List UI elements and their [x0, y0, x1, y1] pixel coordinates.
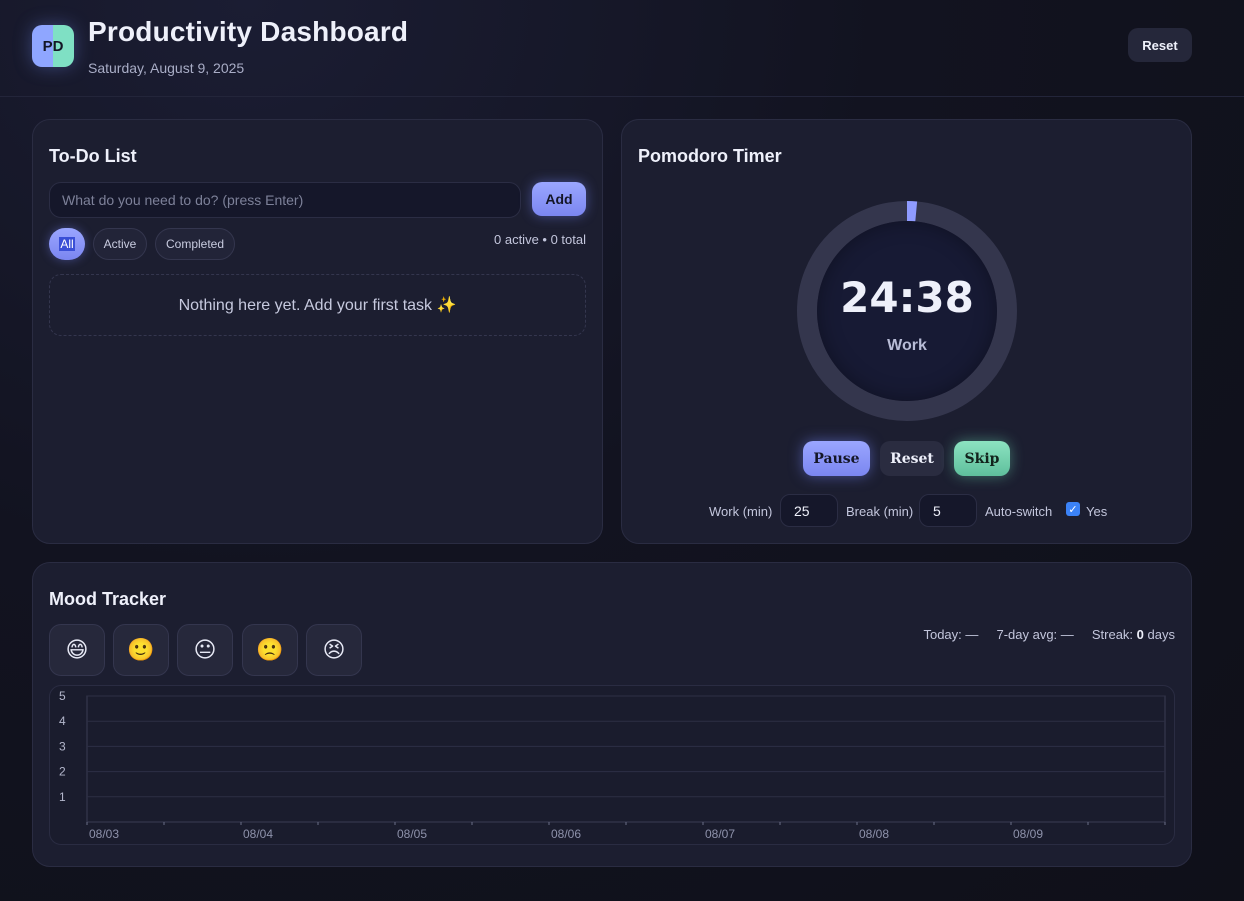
todo-card: To-Do List Add All Active Completed 0 ac…: [32, 119, 603, 544]
todo-title: To-Do List: [49, 146, 137, 166]
y-tick-label: 3: [59, 739, 66, 753]
streak-unit: days: [1147, 627, 1175, 642]
plot-frame: [86, 695, 1166, 823]
current-date: Saturday, August 9, 2025: [88, 60, 245, 76]
streak-value: 0: [1136, 627, 1144, 642]
reset-all-button[interactable]: Reset: [1128, 28, 1192, 62]
break-min-input[interactable]: [919, 494, 977, 527]
break-min-label: Break (min): [846, 504, 914, 519]
autoswitch-option: Yes: [1086, 504, 1108, 519]
y-tick-label: 4: [59, 714, 66, 728]
x-tick-label: 08/08: [859, 827, 889, 841]
x-tick-label: 08/04: [243, 827, 273, 841]
mood-chart: 1 2 3 4 5 08/03 08/04 08/05 08/06 08/07 08/08 08/09: [49, 685, 1175, 845]
page-title: Productivity Dashboard: [88, 16, 409, 47]
y-tick-label: 5: [59, 689, 66, 703]
filter-completed[interactable]: Completed: [155, 228, 235, 260]
mood-chart-svg: 1 2 3 4 5 08/03 08/04 08/05 08/06 08/07 08/08 08/09: [59, 689, 1166, 841]
autoswitch-checkbox[interactable]: ✓: [1066, 502, 1080, 516]
work-min-input[interactable]: [780, 494, 838, 527]
pomodoro-title: Pomodoro Timer: [638, 146, 782, 166]
timer-reset-button[interactable]: Reset: [880, 441, 944, 476]
timer-time: 24:38: [840, 273, 974, 322]
filter-all[interactable]: All: [49, 228, 85, 260]
filter-active[interactable]: Active: [93, 228, 147, 260]
app-logo: PD: [32, 25, 74, 67]
mood-sad-icon: 🙁: [256, 637, 284, 663]
mood-stats: Today: — 7-day avg: — Streak: 0 days: [923, 627, 1175, 642]
today-label: Today:: [923, 627, 962, 642]
streak-label: Streak:: [1091, 627, 1134, 642]
autoswitch-label: Auto-switch: [985, 504, 1053, 519]
mood-neutral-icon: 😐: [193, 637, 217, 663]
mood-great-icon: 😄: [65, 637, 89, 663]
y-tick-label: 1: [59, 790, 66, 804]
mood-title: Mood Tracker: [49, 589, 167, 609]
y-tick-label: 2: [59, 765, 66, 779]
x-tick-label: 08/09: [1013, 827, 1043, 841]
avg-label: 7-day avg:: [996, 627, 1058, 642]
work-min-label: Work (min): [709, 504, 773, 519]
mood-card: Mood Tracker 😄 🙂 😐 🙁 😣 Today: — 7-day av…: [32, 562, 1192, 867]
mood-neutral-button[interactable]: 😐: [177, 624, 233, 676]
mood-good-button[interactable]: 🙂: [113, 624, 169, 676]
todo-stats: 0 active • 0 total: [494, 232, 586, 247]
avg-value: —: [1060, 627, 1074, 642]
pomodoro-card: Pomodoro Timer 24:38 Work Pause Reset Sk…: [621, 119, 1192, 544]
todo-empty-state: Nothing here yet. Add your first task ✨: [49, 274, 586, 336]
check-icon: ✓: [1068, 502, 1078, 516]
timer-mode: Work: [887, 337, 927, 354]
add-task-button[interactable]: Add: [532, 182, 586, 216]
timer-ring: 24:38 Work: [797, 201, 1017, 421]
mood-good-icon: 🙂: [127, 637, 155, 663]
pause-button[interactable]: Pause: [803, 441, 870, 476]
x-tick-label: 08/06: [551, 827, 581, 841]
mood-bad-icon: 😣: [322, 637, 346, 663]
filter-all-label: All: [59, 237, 75, 251]
mood-bad-button[interactable]: 😣: [306, 624, 362, 676]
header: PD Productivity Dashboard Saturday, Augu…: [0, 0, 1244, 97]
mood-sad-button[interactable]: 🙁: [242, 624, 298, 676]
skip-button[interactable]: Skip: [954, 441, 1010, 476]
todo-input[interactable]: [49, 182, 521, 218]
x-tick-label: 08/07: [705, 827, 735, 841]
x-tick-label: 08/03: [89, 827, 119, 841]
x-tick-label: 08/05: [397, 827, 427, 841]
today-value: —: [965, 627, 979, 642]
mood-great-button[interactable]: 😄: [49, 624, 105, 676]
